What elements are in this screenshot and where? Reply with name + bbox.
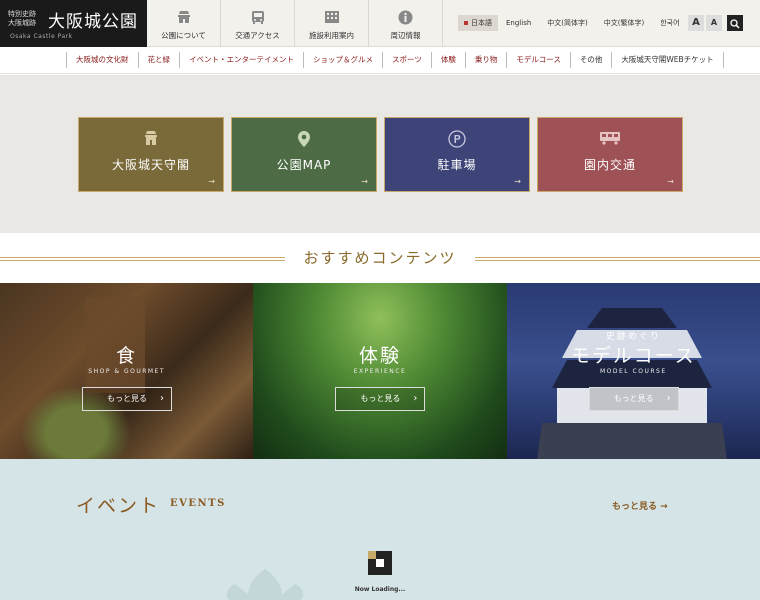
tile-label: 公園MAP xyxy=(276,158,332,172)
nav-item-nearby[interactable]: 周辺情報 xyxy=(369,0,443,47)
train-icon xyxy=(599,130,621,150)
bus-icon xyxy=(249,9,267,25)
tile-parking[interactable]: 駐車場 → xyxy=(384,117,530,192)
nav-item-label: 周辺情報 xyxy=(390,31,421,40)
category-model-course[interactable]: モデルコース xyxy=(506,52,569,68)
card-title: モデルコース xyxy=(570,345,696,367)
nav-item-access[interactable]: 交通アクセス xyxy=(221,0,295,47)
nav-item-label: 交通アクセス xyxy=(235,31,280,40)
tile-label: 園内交通 xyxy=(583,158,636,172)
more-button-label: もっと見る xyxy=(107,394,147,403)
chevron-right-icon: › xyxy=(413,393,418,404)
more-button[interactable]: もっと見る › xyxy=(588,387,679,411)
events-section: イベント EVENTS もっと見る → Now Loading... xyxy=(0,459,760,600)
lang-chinese-simplified[interactable]: 中文(简体字) xyxy=(539,15,595,31)
arrow-right-icon: → xyxy=(514,177,521,186)
decorative-leaf-icon xyxy=(226,569,304,600)
logo-english: Osaka Castle Park xyxy=(10,33,73,40)
building-icon xyxy=(323,9,341,25)
card-subtitle: MODEL COURSE xyxy=(600,368,667,375)
castle-icon xyxy=(175,9,193,25)
arrow-right-icon: → xyxy=(667,177,674,186)
chevron-right-icon: › xyxy=(666,393,671,404)
arrow-right-icon: → xyxy=(361,177,368,186)
category-flowers[interactable]: 花と緑 xyxy=(137,52,180,68)
card-title: 食 xyxy=(116,345,138,367)
castle-icon xyxy=(142,130,160,150)
lang-chinese-traditional[interactable]: 中文(繁体字) xyxy=(596,15,652,31)
events-title: イベント xyxy=(76,495,161,517)
card-experience[interactable]: 体験 EXPERIENCE もっと見る › xyxy=(253,283,507,459)
recommended-header: おすすめコンテンツ xyxy=(0,233,760,283)
events-more-link[interactable]: もっと見る → xyxy=(612,499,668,512)
loading-text: Now Loading... xyxy=(354,586,406,593)
nav-item-label: 施設利用案内 xyxy=(309,31,354,40)
category-other[interactable]: その他 xyxy=(569,52,612,68)
loading-spinner-icon xyxy=(368,551,392,575)
language-switcher: 日本語 English 中文(简体字) 中文(繁体字) 한국어 xyxy=(458,15,688,31)
quick-links-area: 大阪城天守閣 → 公園MAP → 駐車場 → 園内交通 → xyxy=(0,75,760,233)
more-button-label: もっと見る xyxy=(613,394,654,403)
category-rides[interactable]: 乗り物 xyxy=(464,52,507,68)
category-shop-gourmet[interactable]: ショップ＆グルメ xyxy=(303,52,382,68)
tile-park-map[interactable]: 公園MAP → xyxy=(231,117,377,192)
map-pin-icon xyxy=(297,130,311,152)
more-button[interactable]: もっと見る › xyxy=(82,387,172,411)
nav-item-about[interactable]: 公園について xyxy=(147,0,221,47)
font-size-large-button[interactable]: A xyxy=(688,15,704,31)
search-button[interactable] xyxy=(727,15,743,31)
tile-park-transport[interactable]: 園内交通 → xyxy=(537,117,683,192)
card-subtitle: EXPERIENCE xyxy=(353,368,407,375)
lang-english[interactable]: English xyxy=(498,15,539,31)
chevron-right-icon: › xyxy=(160,393,164,404)
card-subtitle: SHOP & GOURMET xyxy=(88,368,166,375)
events-title-english: EVENTS xyxy=(170,498,226,509)
card-shop-gourmet[interactable]: 食 SHOP & GOURMET もっと見る › xyxy=(0,283,254,459)
info-icon xyxy=(397,9,415,25)
arrow-right-icon: → xyxy=(208,177,215,186)
more-button[interactable]: もっと見る › xyxy=(335,387,426,411)
font-size-small-button[interactable]: A xyxy=(706,15,722,31)
card-model-course[interactable]: 史跡めぐり モデルコース MODEL COURSE もっと見る › xyxy=(506,283,760,459)
lang-korean[interactable]: 한국어 xyxy=(652,15,687,31)
more-button-label: もっと見る xyxy=(360,394,401,403)
search-icon xyxy=(730,14,740,33)
category-cultural-assets[interactable]: 大阪城の文化財 xyxy=(66,52,138,68)
tile-label: 大阪城天守閣 xyxy=(111,158,190,172)
category-web-ticket[interactable]: 大阪城天守閣WEBチケット xyxy=(611,52,724,68)
logo-subtitle: 特別史跡 大阪城跡 xyxy=(8,10,36,27)
category-experience[interactable]: 体験 xyxy=(430,52,465,68)
parking-icon xyxy=(448,130,466,152)
main-nav: 公園について 交通アクセス 施設利用案内 周辺情報 xyxy=(147,0,443,47)
section-title: おすすめコンテンツ xyxy=(303,249,457,267)
category-events[interactable]: イベント・エンターテイメント xyxy=(179,52,303,68)
card-title: 体験 xyxy=(358,345,401,367)
site-logo[interactable]: 特別史跡 大阪城跡 大阪城公園 Osaka Castle Park xyxy=(0,0,147,47)
nav-item-label: 公園について xyxy=(161,31,206,40)
site-header: 特別史跡 大阪城跡 大阪城公園 Osaka Castle Park 公園について… xyxy=(0,0,760,47)
category-nav: 大阪城の文化財 花と緑 イベント・エンターテイメント ショップ＆グルメ スポーツ… xyxy=(0,47,760,74)
tile-label: 駐車場 xyxy=(437,158,477,172)
lang-japanese[interactable]: 日本語 xyxy=(458,15,498,31)
nav-item-facilities[interactable]: 施設利用案内 xyxy=(295,0,369,47)
tile-castle-tower[interactable]: 大阪城天守閣 → xyxy=(78,117,224,192)
category-sports[interactable]: スポーツ xyxy=(382,52,431,68)
recommended-cards: 食 SHOP & GOURMET もっと見る › 体験 EXPERIENCE も… xyxy=(0,283,760,459)
logo-title: 大阪城公園 xyxy=(48,12,138,32)
